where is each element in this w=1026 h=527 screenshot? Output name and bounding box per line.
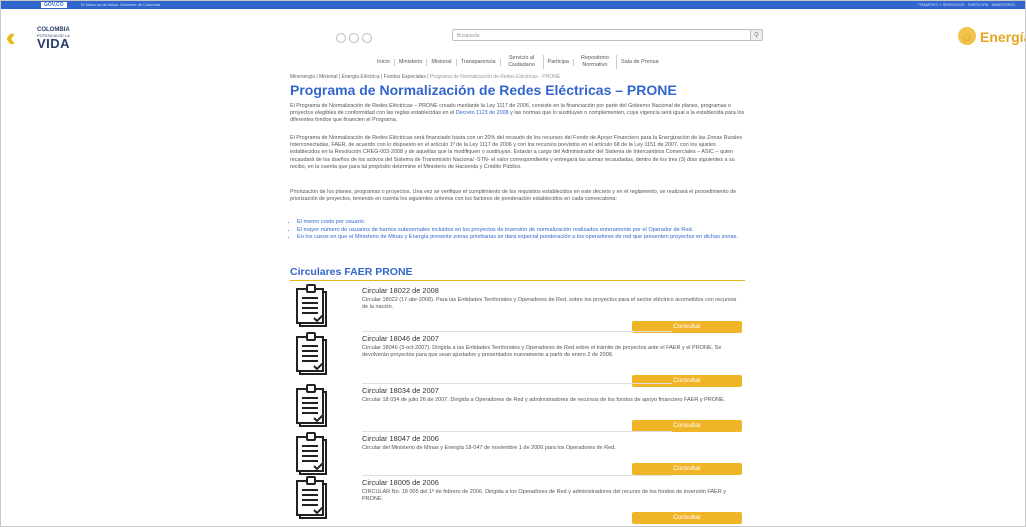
circular-description: Circular del Ministerio de Minas y Energ… (362, 445, 616, 451)
financing-paragraph: El Programa de Normalización de Redes El… (290, 135, 743, 170)
circular-title: Circular 18046 de 2007 (362, 334, 439, 343)
nav-item-transparencia[interactable]: Transparencia (457, 58, 501, 66)
consultar-button[interactable]: Consultar (632, 512, 742, 524)
breadcrumb: Minenergía | Misional | Energía Eléctric… (290, 74, 560, 80)
circular-description: Circular 18046 (3-oct-2007). Dirigida a … (362, 345, 722, 359)
circular-description: CIRCULAR No. 18 005 del 1º de febrero de… (362, 489, 726, 503)
criteria-item[interactable]: El mayor número de usuarios de barrios s… (297, 227, 757, 235)
item-separator (362, 475, 672, 476)
nav-item-sala-prensa[interactable]: Sala de Prensa (617, 59, 663, 66)
gov-top-bar: GOV.CO El futuro es de todos. Gobierno d… (1, 1, 1025, 9)
nav-item-misional[interactable]: Misional (427, 58, 457, 66)
circular-title: Circular 18034 de 2007 (362, 386, 439, 395)
breadcrumb-path[interactable]: Minenergía | Misional | Energía Eléctric… (290, 74, 429, 80)
criteria-item[interactable]: En los casos en que el Ministerio de Min… (297, 234, 757, 242)
section-divider (290, 280, 745, 281)
circular-item: Circular 18047 de 2006 Circular del Mini… (290, 431, 745, 480)
priorization-paragraph: Priorización de los planes, programas o … (290, 189, 737, 203)
circular-description: Circular 18 034 de julio 26 de 2007. Dir… (362, 397, 726, 403)
nav-item-ministerio[interactable]: Ministerio (395, 58, 428, 66)
increase-font-icon[interactable] (362, 33, 372, 43)
document-list-icon (296, 432, 327, 475)
nav-item-inicio[interactable]: Inicio (373, 58, 395, 66)
accessibility-controls (336, 30, 375, 48)
browser-viewport: GOV.CO El futuro es de todos. Gobierno d… (0, 0, 1026, 527)
sun-icon: ☼ (958, 27, 976, 45)
decreto-link[interactable]: Decreto 1123 de 2008 (456, 110, 509, 116)
contrast-icon[interactable] (336, 33, 346, 43)
document-list-icon (296, 284, 327, 327)
brand-line-3: VIDA (37, 36, 71, 51)
criteria-list: El menor costo por usuario. El mayor núm… (290, 219, 757, 242)
consultar-button[interactable]: Consultar (632, 463, 742, 475)
nav-item-participa[interactable]: Participa (544, 58, 574, 66)
gov-message: El futuro es de todos. Gobierno de Colom… (81, 2, 160, 7)
circular-title: Circular 18022 de 2008 (362, 286, 439, 295)
gov-co-logo[interactable]: GOV.CO (41, 2, 67, 8)
energia-logo[interactable]: ☼ Energía (958, 27, 1025, 51)
energia-wordmark: Energía (980, 29, 1025, 45)
document-list-icon (296, 384, 327, 427)
criteria-item[interactable]: El menor costo por usuario. (297, 219, 757, 227)
colombia-vida-logo[interactable]: ‹‹ COLOMBIA POTENCIA DE LA VIDA (7, 24, 87, 51)
decrease-font-icon[interactable] (349, 33, 359, 43)
intro-paragraph: El Programa de Normalización de Redes El… (290, 103, 745, 125)
circular-title: Circular 18047 de 2006 (362, 434, 439, 443)
section-title: Circulares FAER PRONE (290, 266, 413, 278)
item-separator (362, 431, 672, 432)
circular-item: Circular 18046 de 2007 Circular 18046 (3… (290, 332, 745, 387)
circular-title: Circular 18005 de 2006 (362, 478, 439, 487)
document-list-icon (296, 332, 327, 375)
circular-item: Circular 18022 de 2008 Circular 18022 (1… (290, 284, 745, 333)
nav-item-servicio-ciudadano[interactable]: Servicio al Ciudadano (501, 55, 544, 69)
main-nav: Inicio Ministerio Misional Transparencia… (373, 52, 663, 72)
search-icon[interactable]: ⚲ (750, 29, 763, 41)
circular-item: Circular 18005 de 2006 CIRCULAR No. 18 0… (290, 475, 745, 524)
circular-item: Circular 18034 de 2007 Circular 18 034 d… (290, 383, 745, 432)
document-list-icon (296, 476, 327, 519)
search-input[interactable]: Búsqueda (452, 29, 762, 41)
page-title: Programa de Normalización de Redes Eléct… (290, 82, 677, 98)
gov-top-links[interactable]: TRÁMITES Y SERVICIOS · PARTICIPA · MINIS… (918, 1, 1015, 9)
circular-description: Circular 18022 (17-abr-2008). Para las E… (362, 297, 737, 311)
item-separator (362, 383, 672, 384)
nav-item-repositorio-normativo[interactable]: Repositorio Normativo (574, 55, 617, 69)
breadcrumb-current: Programa de Normalización de Redes Eléct… (429, 74, 561, 80)
